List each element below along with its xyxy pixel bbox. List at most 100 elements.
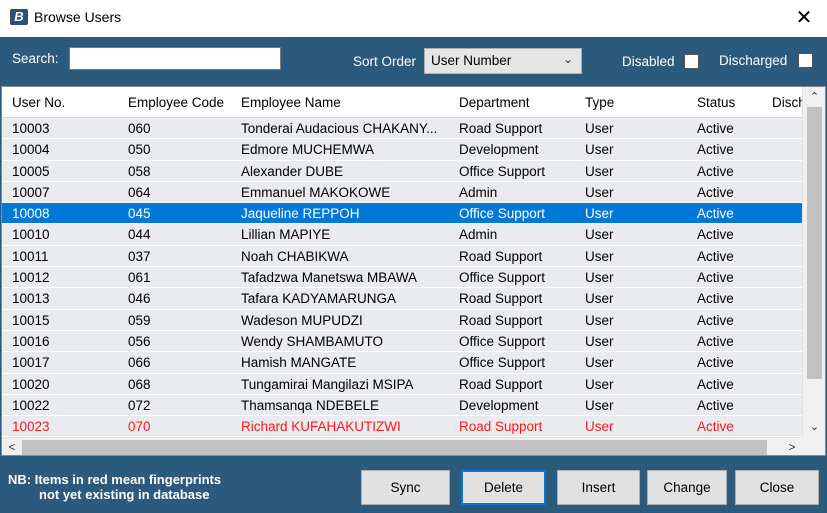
title-bar: B Browse Users ✕	[0, 0, 827, 37]
search-label: Search:	[12, 51, 59, 66]
table-row[interactable]: 10007 064 Emmanuel MAKOKOWE Admin User Active	[2, 181, 802, 204]
cell-department: Road Support	[459, 376, 543, 392]
cell-status: Active	[697, 397, 734, 413]
table-row[interactable]: 10013 046 Tafara KADYAMARUNGA Road Support U…	[2, 288, 802, 310]
cell-status: Active	[697, 270, 734, 286]
cell-status: Active	[697, 376, 734, 392]
column-header-discharged[interactable]: Disch	[772, 95, 802, 110]
cell-status: Active	[697, 355, 734, 371]
cell-department: Road Support	[459, 419, 543, 435]
discharged-checkbox[interactable]	[798, 53, 813, 68]
sort-order-label: Sort Order	[353, 54, 417, 69]
table-row[interactable]: 10012 061 Tafadzwa Manetswa MBAWA Office Su…	[2, 267, 802, 289]
scroll-left-icon[interactable]: <	[2, 438, 22, 455]
cell-employee-name: Tafara KADYAMARUNGA	[241, 291, 397, 307]
scroll-right-icon[interactable]: >	[782, 438, 802, 455]
table-row[interactable]: 10008 045 Jaqueline REPPOH Office Support Us…	[2, 203, 802, 225]
table-row[interactable]: 10004 050 Edmore MUCHEMWA Development User Ac…	[2, 139, 802, 161]
scroll-up-icon[interactable]: ⌃	[803, 87, 825, 107]
cell-user-no: 10020	[12, 376, 50, 392]
change-button[interactable]: Change	[647, 470, 727, 505]
cell-employee-code: 066	[128, 355, 151, 371]
users-grid[interactable]: User No. Employee Code Employee Name Dep…	[1, 86, 826, 456]
table-row[interactable]: 10003 060 Tonderai Audacious CHAKANY... Roa…	[2, 118, 802, 140]
sync-button[interactable]: Sync	[361, 470, 450, 505]
insert-button[interactable]: Insert	[557, 470, 640, 505]
cell-type: User	[585, 163, 614, 179]
cell-employee-name: Noah CHABIKWA	[241, 248, 349, 264]
close-window-button[interactable]: ✕	[781, 0, 827, 37]
cell-department: Road Support	[459, 291, 543, 307]
column-header-type[interactable]: Type	[585, 95, 685, 110]
vertical-scrollbar[interactable]: ⌃ ⌄	[802, 87, 825, 437]
cell-employee-code: 059	[128, 312, 151, 328]
column-header-employee-code[interactable]: Employee Code	[128, 95, 228, 110]
cell-employee-name: Emmanuel MAKOKOWE	[241, 184, 391, 200]
cell-user-no: 10012	[12, 270, 50, 286]
table-row[interactable]: 10017 066 Hamish MANGATE Office Support User…	[2, 352, 802, 374]
cell-user-no: 10007	[12, 184, 50, 200]
table-row[interactable]: 10022 072 Thamsanqa NDEBELE Development User…	[2, 394, 802, 417]
cell-employee-code: 070	[128, 419, 151, 435]
cell-employee-name: Thamsanqa NDEBELE	[241, 397, 380, 413]
cell-employee-code: 037	[128, 248, 151, 264]
close-button[interactable]: Close	[735, 470, 819, 505]
cell-department: Admin	[459, 227, 498, 243]
table-row[interactable]: 10005 058 Alexander DUBE Office Support User…	[2, 160, 802, 182]
vertical-scroll-thumb[interactable]	[807, 107, 822, 379]
cell-type: User	[585, 333, 614, 349]
cell-status: Active	[697, 227, 734, 243]
search-input[interactable]	[69, 47, 281, 70]
horizontal-scroll-thumb[interactable]	[22, 440, 767, 455]
cell-type: User	[585, 291, 614, 307]
cell-employee-name: Edmore MUCHEMWA	[241, 142, 375, 158]
column-header-user-no[interactable]: User No.	[12, 95, 122, 110]
horizontal-scrollbar[interactable]: < >	[2, 437, 802, 455]
cell-department: Office Support	[459, 355, 546, 371]
cell-user-no: 10022	[12, 397, 50, 413]
cell-type: User	[585, 121, 614, 136]
scroll-down-icon[interactable]: ⌄	[803, 417, 825, 437]
column-header-status[interactable]: Status	[697, 95, 767, 110]
cell-department: Road Support	[459, 121, 543, 136]
table-row[interactable]: 10020 068 Tungamirai Mangilazi MSIPA Road S…	[2, 373, 802, 395]
column-header-employee-name[interactable]: Employee Name	[241, 95, 449, 110]
cell-type: User	[585, 270, 614, 286]
cell-employee-name: Wadeson MUPUDZI	[241, 312, 363, 328]
cell-employee-code: 044	[128, 227, 151, 243]
cell-type: User	[585, 248, 614, 264]
table-row[interactable]: 10016 056 Wendy SHAMBAMUTO Office Support Us…	[2, 330, 802, 353]
table-row[interactable]: 10011 037 Noah CHABIKWA Road Support User Act…	[2, 245, 802, 268]
cell-status: Active	[697, 121, 734, 136]
cell-status: Active	[697, 248, 734, 264]
cell-user-no: 10005	[12, 163, 50, 179]
fingerprint-note-line1: NB: Items in red mean fingerprints	[8, 472, 222, 487]
cell-employee-name: Wendy SHAMBAMUTO	[241, 333, 384, 349]
cell-status: Active	[697, 206, 734, 222]
cell-status: Active	[697, 419, 734, 435]
discharged-label: Discharged	[719, 53, 788, 68]
cell-type: User	[585, 142, 614, 158]
cell-type: User	[585, 397, 614, 413]
cell-type: User	[585, 419, 614, 435]
cell-status: Active	[697, 184, 734, 200]
table-row[interactable]: 10015 059 Wadeson MUPUDZI Road Support User A…	[2, 309, 802, 331]
main-panel: Search: Sort Order User Number ⌄ Disable…	[0, 37, 827, 513]
fingerprint-note-line2: not yet existing in database	[39, 487, 210, 502]
cell-user-no: 10011	[12, 248, 49, 264]
cell-type: User	[585, 227, 614, 243]
disabled-checkbox[interactable]	[684, 54, 699, 69]
cell-employee-name: Tafadzwa Manetswa MBAWA	[241, 270, 418, 286]
cell-department: Road Support	[459, 312, 543, 328]
fingerprint-note: NB: Items in red mean fingerprints not y…	[8, 472, 221, 502]
cell-status: Active	[697, 312, 734, 328]
table-row[interactable]: 10010 044 Lillian MAPIYE Admin User Active	[2, 224, 802, 246]
cell-employee-code: 061	[128, 270, 151, 286]
table-row[interactable]: 10023 070 Richard KUFAHAKUTIZWI Road Suppor…	[2, 416, 802, 438]
cell-user-no: 10015	[12, 312, 50, 328]
cell-employee-code: 064	[128, 184, 151, 200]
sort-order-dropdown[interactable]: User Number ⌄	[424, 48, 582, 74]
cell-type: User	[585, 184, 614, 200]
delete-button[interactable]: Delete	[461, 470, 546, 505]
column-header-department[interactable]: Department	[459, 95, 574, 110]
